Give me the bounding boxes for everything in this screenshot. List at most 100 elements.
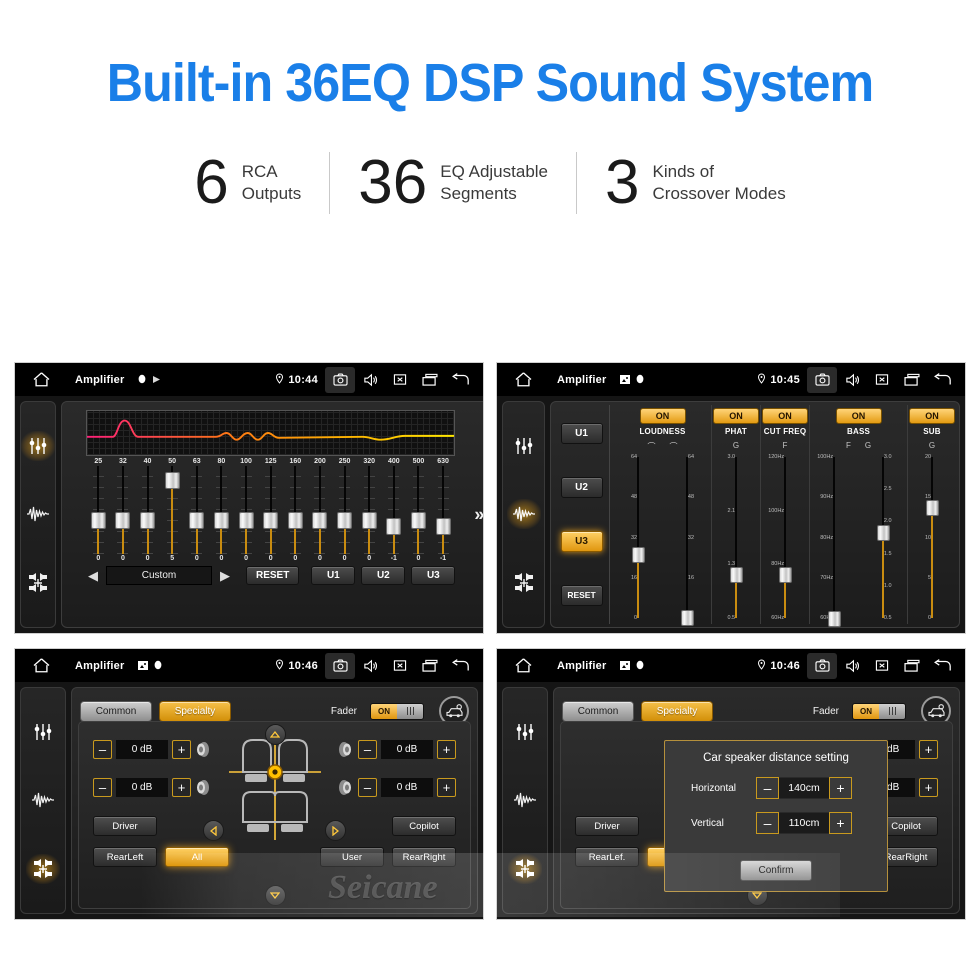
eq-slider-track[interactable] <box>361 466 377 554</box>
eq-slider-knob[interactable] <box>287 512 303 529</box>
slider-knob[interactable] <box>729 567 743 584</box>
close-box-icon[interactable] <box>385 363 415 396</box>
back-icon[interactable] <box>927 363 957 396</box>
recents-icon[interactable] <box>415 363 445 396</box>
tab-specialty[interactable]: Specialty <box>641 700 713 722</box>
confirm-button[interactable]: Confirm <box>740 860 812 881</box>
plus-button[interactable]: + <box>829 777 852 799</box>
plus-button[interactable]: + <box>172 778 191 797</box>
eq-slider-knob[interactable] <box>263 512 279 529</box>
slider-knob[interactable] <box>827 611 841 628</box>
position-rearright-button[interactable]: RearRight <box>392 847 456 867</box>
minus-button[interactable]: – <box>93 778 112 797</box>
eq-slider-knob[interactable] <box>238 512 254 529</box>
crossover-slider[interactable]: 120Hz 100Hz 80Hz 60Hz <box>762 453 808 622</box>
position-user-button[interactable]: User <box>320 847 384 867</box>
eq-slider-track[interactable] <box>189 466 205 554</box>
tab-specialty[interactable]: Specialty <box>159 700 231 722</box>
sidebar-item-waveform[interactable] <box>506 499 541 530</box>
eq-slider-track[interactable] <box>164 466 180 554</box>
nav-left-button[interactable] <box>203 820 224 841</box>
sidebar-item-balance[interactable] <box>26 853 60 884</box>
position-rearleft-button[interactable]: RearLeft <box>93 847 157 867</box>
eq-slider-track[interactable] <box>238 466 254 554</box>
tab-common[interactable]: Common <box>562 700 634 722</box>
preset-name-display[interactable]: Custom <box>106 566 212 585</box>
eq-slider-track[interactable] <box>312 466 328 554</box>
eq-slider-knob[interactable] <box>410 512 426 529</box>
preset-u3-button[interactable]: U3 <box>411 566 456 585</box>
plus-button[interactable]: + <box>172 740 191 759</box>
home-icon[interactable] <box>23 658 59 673</box>
plus-button[interactable]: + <box>919 778 938 797</box>
close-box-icon[interactable] <box>385 649 415 682</box>
position-rearleft-button[interactable]: RearLef. <box>575 847 639 867</box>
fader-toggle[interactable]: ON <box>370 702 424 720</box>
eq-slider-track[interactable] <box>90 466 106 554</box>
position-driver-button[interactable]: Driver <box>575 816 639 836</box>
crossover-slider[interactable]: 3.0 2.1 1.3 0.5 <box>713 453 759 622</box>
position-all-button[interactable]: All <box>165 847 229 867</box>
nav-right-button[interactable] <box>325 820 346 841</box>
plus-button[interactable]: + <box>437 740 456 759</box>
crossover-slider[interactable]: 644832160 <box>615 453 661 622</box>
sidebar-item-balance[interactable] <box>508 853 542 884</box>
reset-button[interactable]: RESET <box>246 566 300 585</box>
recents-icon[interactable] <box>897 649 927 682</box>
eq-slider-knob[interactable] <box>90 512 106 529</box>
eq-slider-knob[interactable] <box>361 512 377 529</box>
eq-slider-track[interactable] <box>140 466 156 554</box>
sidebar-item-waveform[interactable] <box>21 499 55 529</box>
eq-slider-track[interactable] <box>213 466 229 554</box>
sidebar-item-waveform[interactable] <box>26 785 60 815</box>
sidebar-item-balance[interactable] <box>21 568 55 598</box>
preset-prev-button[interactable]: ◀ <box>86 568 100 584</box>
volume-icon[interactable] <box>355 649 385 682</box>
volume-icon[interactable] <box>837 649 867 682</box>
slider-knob[interactable] <box>778 567 792 584</box>
minus-button[interactable]: – <box>93 740 112 759</box>
preset-u2-button[interactable]: U2 <box>560 477 603 499</box>
volume-icon[interactable] <box>837 363 867 396</box>
plus-button[interactable]: + <box>437 778 456 797</box>
recents-icon[interactable] <box>415 649 445 682</box>
eq-slider-track[interactable] <box>287 466 303 554</box>
next-page-chevron-icon[interactable]: » <box>474 504 483 525</box>
eq-slider-knob[interactable] <box>140 512 156 529</box>
minus-button[interactable]: – <box>358 778 377 797</box>
nav-down-button[interactable] <box>264 885 286 906</box>
crossover-slider[interactable]: 100Hz 90Hz 80Hz 70Hz 60Hz <box>811 453 857 628</box>
plus-button[interactable]: + <box>829 812 852 834</box>
crossover-slider[interactable]: 3.0 2.5 2.0 1.5 1.0 0.5 <box>860 453 906 622</box>
minus-button[interactable]: – <box>756 777 779 799</box>
crossover-slider[interactable]: 644832160 <box>664 453 710 626</box>
sidebar-item-equalizer[interactable] <box>21 431 55 462</box>
fader-toggle[interactable]: ON <box>852 702 906 720</box>
reset-button[interactable]: RESET <box>560 584 603 606</box>
sidebar-item-waveform[interactable] <box>508 785 542 815</box>
preset-u2-button[interactable]: U2 <box>361 566 406 585</box>
volume-icon[interactable] <box>355 363 385 396</box>
on-toggle-button[interactable]: ON <box>762 408 808 424</box>
position-driver-button[interactable]: Driver <box>93 816 157 836</box>
car-seat-diagram[interactable] <box>215 728 335 851</box>
eq-slider-track[interactable] <box>337 466 353 554</box>
eq-slider-knob[interactable] <box>164 472 180 489</box>
camera-icon[interactable] <box>807 652 837 679</box>
slider-knob[interactable] <box>680 609 694 626</box>
camera-icon[interactable] <box>325 366 355 393</box>
camera-icon[interactable] <box>325 652 355 679</box>
nav-up-button[interactable] <box>264 724 286 745</box>
on-toggle-button[interactable]: ON <box>639 408 686 424</box>
back-icon[interactable] <box>445 363 475 396</box>
eq-slider-knob[interactable] <box>312 512 328 529</box>
slider-knob[interactable] <box>925 499 939 516</box>
sidebar-item-equalizer[interactable] <box>26 717 60 747</box>
eq-slider-track[interactable] <box>115 466 131 554</box>
eq-slider-knob[interactable] <box>337 512 353 529</box>
minus-button[interactable]: – <box>756 812 779 834</box>
eq-slider-track[interactable] <box>410 466 426 554</box>
back-icon[interactable] <box>445 649 475 682</box>
minus-button[interactable]: – <box>358 740 377 759</box>
on-toggle-button[interactable]: ON <box>713 408 759 424</box>
